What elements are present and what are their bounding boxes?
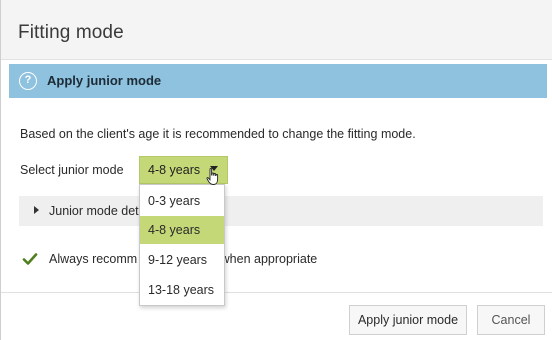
apply-junior-mode-button[interactable]: Apply junior mode [349,305,467,335]
dropdown-option[interactable]: 9-12 years [140,246,224,274]
dialog-title-bar: Fitting mode [1,0,552,60]
junior-mode-details-expander[interactable]: Junior mode det [19,196,543,226]
always-recommend-label-part2: e when appropriate [210,252,318,266]
dropdown-option[interactable]: 13-18 years [140,276,224,304]
dropdown-option[interactable]: 0-3 years [140,187,224,215]
hand-cursor-icon [206,168,219,185]
junior-mode-dropdown-list: 0-3 years 4-8 years 9-12 years 13-18 yea… [139,184,225,306]
banner-title: Apply junior mode [47,73,162,88]
info-banner: ? Apply junior mode [9,64,547,98]
fitting-mode-dialog: Fitting mode ? Apply junior mode Based o… [0,0,552,340]
dropdown-option-selected[interactable]: 4-8 years [140,216,224,244]
select-junior-mode-label: Select junior mode [20,163,124,177]
expand-triangle-icon [34,206,39,214]
cancel-button[interactable]: Cancel [477,305,545,335]
junior-mode-selected-value: 4-8 years [148,163,201,177]
always-recommend-label-part1: Always recomm [49,252,138,266]
footer-divider [1,292,552,293]
help-circle-icon: ? [19,72,37,90]
junior-mode-details-label: Junior mode det [49,204,139,218]
recommendation-text: Based on the client's age it is recommen… [20,127,416,141]
always-recommend-checkbox[interactable] [22,251,38,267]
dialog-title: Fitting mode [18,22,124,43]
